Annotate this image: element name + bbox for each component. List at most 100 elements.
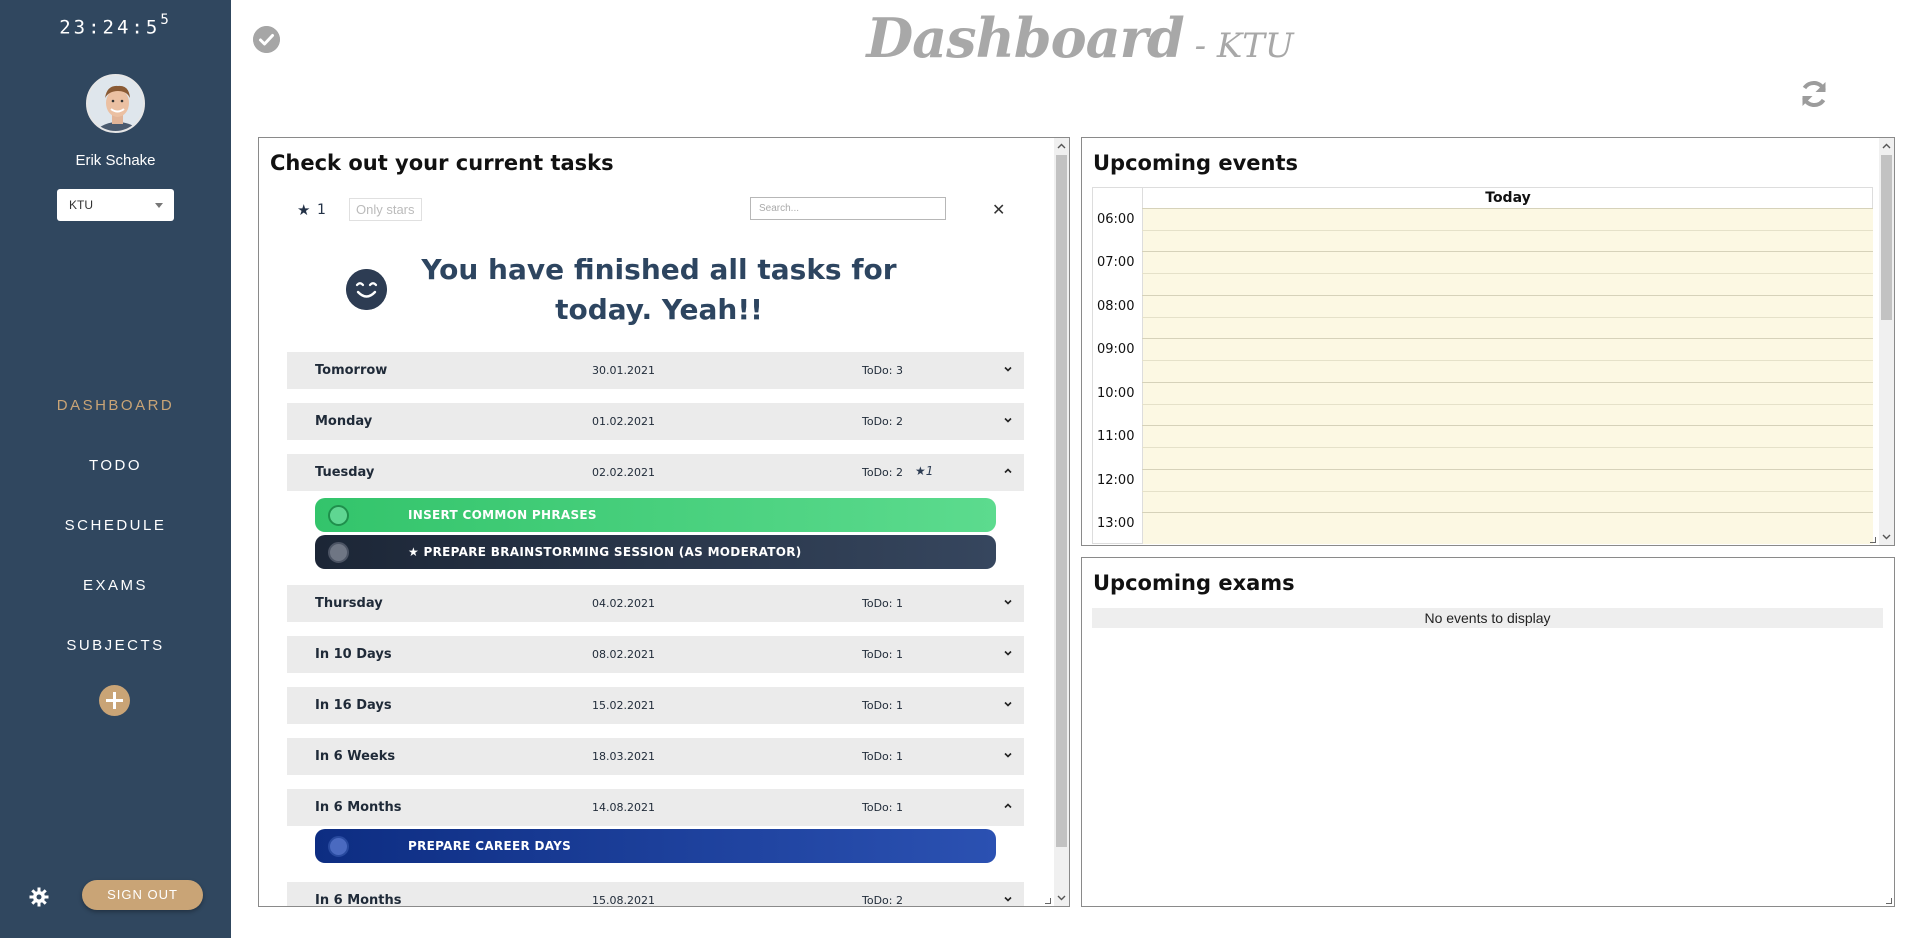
task-label: INSERT COMMON PHRASES	[408, 508, 597, 522]
calendar-column-header: Today	[1142, 188, 1873, 208]
day-todo-count: ToDo: 1	[862, 801, 903, 814]
resize-handle[interactable]	[1886, 898, 1892, 904]
day-star-count-value: 1	[925, 464, 934, 478]
tasks-scrollbar[interactable]	[1054, 138, 1069, 906]
task-item[interactable]: ★ PREPARE BRAINSTORMING SESSION (AS MODE…	[315, 535, 996, 569]
school-select-value: KTU	[69, 198, 93, 212]
nav-item-subjects[interactable]: SUBJECTS	[0, 626, 231, 686]
nav-item-schedule[interactable]: SCHEDULE	[0, 506, 231, 566]
calendar-time-label: 09:00	[1097, 342, 1135, 357]
events-panel: Upcoming events Today 06:00 07:00 08:00 …	[1081, 137, 1895, 546]
only-stars-toggle[interactable]: Only stars	[349, 198, 422, 221]
calendar-time-label: 06:00	[1097, 212, 1135, 227]
calendar-hour-line	[1142, 338, 1873, 339]
star-filter-icon[interactable]: ★	[297, 201, 310, 219]
calendar-time-label: 13:00	[1097, 516, 1135, 531]
day-calendar: Today 06:00 07:00 08:00 09:00 10:00 11:0…	[1092, 187, 1873, 544]
day-date: 18.03.2021	[592, 750, 655, 763]
exams-panel: Upcoming exams No events to display	[1081, 557, 1895, 907]
calendar-half-hour-line	[1142, 273, 1873, 274]
scroll-up-icon[interactable]	[1882, 142, 1891, 151]
nav-item-todo[interactable]: TODO	[0, 446, 231, 506]
day-row[interactable]: In 16 Days 15.02.2021 ToDo: 1	[287, 687, 1024, 724]
page-title-main: Dashboard	[866, 6, 1184, 70]
page-title: Dashboard - KTU	[800, 6, 1360, 70]
day-row[interactable]: In 6 Months 14.08.2021 ToDo: 1	[287, 789, 1024, 826]
calendar-hour-line	[1142, 382, 1873, 383]
day-date: 14.08.2021	[592, 801, 655, 814]
avatar[interactable]	[86, 74, 145, 133]
check-circle-icon[interactable]	[253, 26, 280, 53]
tasks-heading: Check out your current tasks	[270, 151, 614, 175]
exams-heading: Upcoming exams	[1093, 571, 1295, 595]
day-todo-count: ToDo: 2	[862, 894, 903, 907]
chevron-down-icon[interactable]	[1004, 895, 1012, 903]
day-row[interactable]: Tuesday 02.02.2021 ToDo: 2 ★1	[287, 454, 1024, 491]
calendar-hour-line	[1142, 251, 1873, 252]
task-complete-toggle[interactable]	[328, 836, 349, 857]
gear-icon[interactable]	[29, 887, 49, 907]
task-complete-toggle[interactable]	[328, 505, 349, 526]
nav-item-dashboard[interactable]: DASHBOARD	[0, 386, 231, 446]
day-todo-count: ToDo: 1	[862, 597, 903, 610]
nav-item-exams[interactable]: EXAMS	[0, 566, 231, 626]
scrollbar-thumb[interactable]	[1881, 155, 1892, 320]
refresh-icon[interactable]	[1799, 79, 1829, 109]
tasks-panel: Check out your current tasks ★ 1 Only st…	[258, 137, 1070, 907]
clear-search-icon[interactable]: ✕	[992, 200, 1005, 219]
task-item[interactable]: INSERT COMMON PHRASES	[315, 498, 996, 532]
star-filter-count: 1	[317, 202, 326, 218]
chevron-up-icon[interactable]	[1004, 802, 1012, 810]
calendar-today-column[interactable]	[1142, 208, 1873, 544]
day-row[interactable]: In 6 Weeks 18.03.2021 ToDo: 1	[287, 738, 1024, 775]
star-icon: ★	[915, 464, 926, 478]
plus-icon[interactable]	[99, 685, 130, 716]
page-title-suffix: - KTU	[1183, 26, 1294, 66]
calendar-hour-line	[1142, 469, 1873, 470]
task-complete-toggle[interactable]	[328, 542, 349, 563]
day-row[interactable]: In 6 Months 15.08.2021 ToDo: 2	[287, 882, 1024, 907]
clock-time: 23:24:5	[59, 16, 161, 39]
day-label: In 6 Weeks	[315, 749, 396, 764]
calendar-half-hour-line	[1142, 404, 1873, 405]
resize-handle[interactable]	[1045, 898, 1051, 904]
day-todo-count: ToDo: 1	[862, 699, 903, 712]
chevron-down-icon[interactable]	[1004, 700, 1012, 708]
scroll-up-icon[interactable]	[1057, 142, 1066, 151]
day-label: In 6 Months	[315, 800, 402, 815]
day-row[interactable]: In 10 Days 08.02.2021 ToDo: 1	[287, 636, 1024, 673]
day-todo-count: ToDo: 2	[862, 466, 903, 479]
main-nav: DASHBOARD TODO SCHEDULE EXAMS SUBJECTS	[0, 386, 231, 686]
chevron-up-icon[interactable]	[1004, 467, 1012, 475]
chevron-down-icon[interactable]	[1004, 598, 1012, 606]
chevron-down-icon[interactable]	[1004, 751, 1012, 759]
caret-down-icon	[155, 203, 163, 208]
calendar-half-hour-line	[1142, 491, 1873, 492]
day-row[interactable]: Tomorrow 30.01.2021 ToDo: 3	[287, 352, 1024, 389]
events-scrollbar[interactable]	[1879, 138, 1894, 545]
day-todo-count: ToDo: 1	[862, 648, 903, 661]
day-row[interactable]: Monday 01.02.2021 ToDo: 2	[287, 403, 1024, 440]
chevron-down-icon[interactable]	[1004, 649, 1012, 657]
sign-out-button[interactable]: SIGN OUT	[82, 880, 203, 910]
day-row[interactable]: Thursday 04.02.2021 ToDo: 1	[287, 585, 1024, 622]
school-select[interactable]: KTU	[57, 189, 174, 221]
task-label-text: PREPARE BRAINSTORMING SESSION (AS MODERA…	[423, 545, 802, 559]
day-date: 08.02.2021	[592, 648, 655, 661]
calendar-hour-line	[1142, 208, 1873, 209]
task-item[interactable]: PREPARE CAREER DAYS	[315, 829, 996, 863]
calendar-half-hour-line	[1142, 360, 1873, 361]
scrollbar-thumb[interactable]	[1056, 155, 1067, 847]
day-label: In 16 Days	[315, 698, 392, 713]
chevron-down-icon[interactable]	[1004, 365, 1012, 373]
search-input[interactable]: Search...	[750, 197, 946, 220]
events-heading: Upcoming events	[1093, 151, 1298, 175]
day-label: Monday	[315, 414, 373, 429]
scroll-down-icon[interactable]	[1882, 532, 1891, 541]
scroll-down-icon[interactable]	[1057, 893, 1066, 902]
day-date: 01.02.2021	[592, 415, 655, 428]
calendar-hour-line	[1142, 512, 1873, 513]
chevron-down-icon[interactable]	[1004, 416, 1012, 424]
day-date: 15.02.2021	[592, 699, 655, 712]
resize-handle[interactable]	[1870, 537, 1876, 543]
